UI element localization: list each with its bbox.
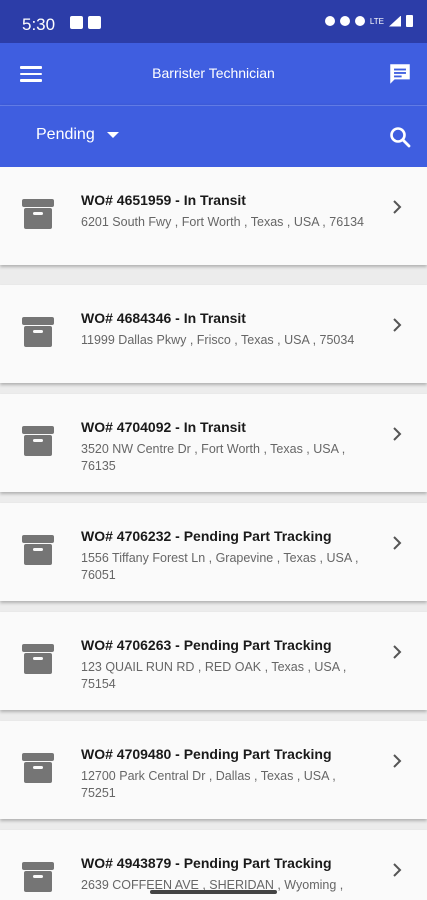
bluetooth-icon <box>339 16 350 26</box>
work-order-title: WO# 4651959 - In Transit <box>81 192 246 208</box>
notification-icons <box>70 16 101 29</box>
app-title: Barrister Technician <box>152 65 275 81</box>
work-order-address: 12700 Park Central Dr , Dallas , Texas ,… <box>81 769 336 800</box>
work-order-list[interactable]: WO# 4651959 - In Transit 6201 South Fwy ,… <box>0 167 427 900</box>
status-bar: 5:30 LTE <box>0 0 427 43</box>
archive-box-icon <box>22 535 54 565</box>
work-order-item[interactable]: WO# 4706232 - Pending Part Tracking 1556 … <box>0 503 427 601</box>
chevron-right-icon <box>393 863 402 877</box>
search-icon[interactable] <box>388 125 412 149</box>
work-order-address: 123 QUAIL RUN RD , RED OAK , Texas , USA… <box>81 660 347 691</box>
work-order-title: WO# 4706232 - Pending Part Tracking <box>81 528 332 544</box>
status-filter-dropdown[interactable]: Pending <box>36 126 119 144</box>
work-order-address: 6201 South Fwy , Fort Worth , Texas , US… <box>81 215 365 229</box>
work-order-item[interactable]: WO# 4706263 - Pending Part Tracking 123 Q… <box>0 612 427 710</box>
status-time: 5:30 <box>22 15 56 34</box>
filter-selected-label: Pending <box>36 126 95 143</box>
work-order-address: 3520 NW Centre Dr , Fort Worth , Texas ,… <box>81 442 346 473</box>
archive-box-icon <box>22 426 54 456</box>
wifi-icon <box>354 16 365 26</box>
chat-icon[interactable] <box>387 61 413 87</box>
chevron-right-icon <box>393 318 402 332</box>
chevron-right-icon <box>393 754 402 768</box>
work-order-address: 1556 Tiffany Forest Ln , Grapevine , Tex… <box>81 551 359 582</box>
archive-box-icon <box>22 199 54 229</box>
work-order-item[interactable]: WO# 4684346 - In Transit 11999 Dallas Pkw… <box>0 285 427 383</box>
archive-box-icon <box>22 317 54 347</box>
archive-box-icon <box>22 862 54 892</box>
home-indicator <box>150 890 277 894</box>
chevron-right-icon <box>393 536 402 550</box>
chevron-right-icon <box>393 427 402 441</box>
work-order-item[interactable]: WO# 4651959 - In Transit 6201 South Fwy ,… <box>0 167 427 265</box>
work-order-title: WO# 4706263 - Pending Part Tracking <box>81 637 332 653</box>
chevron-right-icon <box>393 645 402 659</box>
chevron-right-icon <box>393 200 402 214</box>
dropdown-caret-icon <box>106 132 119 138</box>
work-order-address: 11999 Dallas Pkwy , Frisco , Texas , USA… <box>81 333 355 347</box>
work-order-item[interactable]: WO# 4709480 - Pending Part Tracking 12700… <box>0 721 427 819</box>
filter-bar: Pending <box>0 105 427 168</box>
app-bar: Barrister Technician <box>0 43 427 105</box>
network-label: LTE <box>369 16 384 26</box>
alarm-icon <box>324 16 335 26</box>
work-order-title: WO# 4684346 - In Transit <box>81 310 246 326</box>
archive-box-icon <box>22 644 54 674</box>
system-icons: LTE <box>324 15 413 27</box>
work-order-title: WO# 4704092 - In Transit <box>81 419 246 435</box>
work-order-item[interactable]: WO# 4704092 - In Transit 3520 NW Centre D… <box>0 394 427 492</box>
image-notification-icon <box>88 16 101 29</box>
work-order-title: WO# 4943879 - Pending Part Tracking <box>81 855 332 871</box>
battery-icon <box>406 15 413 27</box>
archive-box-icon <box>22 753 54 783</box>
work-order-title: WO# 4709480 - Pending Part Tracking <box>81 746 332 762</box>
mail-notification-icon <box>70 16 83 29</box>
signal-icon <box>389 15 401 27</box>
